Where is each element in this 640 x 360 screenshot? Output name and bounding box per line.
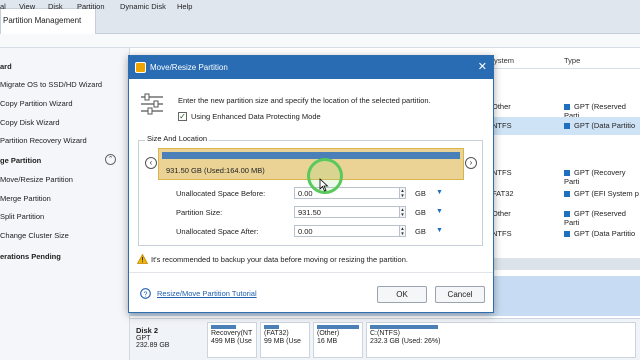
cancel-button[interactable]: Cancel — [435, 286, 485, 303]
before-unit: GB — [415, 189, 426, 198]
before-input[interactable] — [294, 187, 402, 199]
column-header-filesystem[interactable]: ystem — [494, 56, 514, 65]
after-unit: GB — [415, 227, 426, 236]
close-icon[interactable]: ✕ — [478, 60, 487, 73]
before-label: Unallocated Space Before: — [176, 189, 266, 198]
help-icon: ? — [140, 288, 151, 299]
sidebar-item-copy-disk[interactable]: Copy Disk Wizard — [0, 118, 60, 127]
partition-size-label: 931.50 GB (Used:164.00 MB) — [166, 166, 265, 175]
after-input[interactable] — [294, 225, 402, 237]
after-spinner[interactable]: ▲ ▼ — [399, 225, 406, 237]
gpt-square-icon — [564, 104, 570, 110]
footer-divider — [129, 272, 493, 273]
partition-used-bar — [162, 152, 460, 159]
sidebar-item-move-resize[interactable]: Move/Resize Partition — [0, 175, 73, 184]
dialog-titlebar[interactable]: Move/Resize Partition — [129, 56, 493, 79]
menu-disk[interactable]: Disk — [48, 2, 63, 11]
ok-button[interactable]: OK — [377, 286, 427, 303]
before-unit-dropdown-icon[interactable]: ▼ — [436, 189, 443, 196]
tab-title: Partition Management — [3, 16, 82, 25]
gpt-square-icon — [564, 211, 570, 217]
dialog-title: Move/Resize Partition — [150, 63, 228, 72]
menu-partition[interactable]: Partition — [77, 2, 105, 11]
size-spinner[interactable]: ▲ ▼ — [399, 206, 406, 218]
tab-partition-management[interactable]: Partition Management — [0, 8, 96, 34]
sidebar — [0, 48, 130, 360]
collapse-arrow-icon[interactable]: ⌃ — [105, 154, 116, 165]
gpt-square-icon — [564, 231, 570, 237]
nav-left-icon[interactable]: ‹ — [145, 157, 157, 169]
svg-text:?: ? — [144, 291, 148, 298]
gpt-square-icon — [564, 170, 570, 176]
disk-partition-recovery[interactable]: Recovery(NT 499 MB (Use — [207, 322, 257, 358]
group-label: Size And Location — [145, 134, 210, 143]
warning-text: It's recommended to backup your data bef… — [151, 255, 408, 264]
sidebar-heading-operations: erations Pending — [0, 252, 61, 261]
size-unit-dropdown-icon[interactable]: ▼ — [436, 208, 443, 215]
sidebar-item-copy-partition[interactable]: Copy Partition Wizard — [0, 99, 73, 108]
size-unit: GB — [415, 208, 426, 217]
checkbox-label: Using Enhanced Data Protecting Mode — [191, 112, 321, 121]
menu-dynamic-disk[interactable]: Dynamic Disk — [120, 2, 166, 11]
gpt-square-icon — [564, 191, 570, 197]
column-header-type[interactable]: Type — [564, 56, 580, 65]
sidebar-item-split[interactable]: Split Partition — [0, 212, 44, 221]
instruction-text: Enter the new partition size and specify… — [178, 96, 431, 105]
menu-view[interactable]: View — [19, 2, 35, 11]
mouse-pointer-icon — [319, 178, 329, 192]
menu-wizard[interactable]: al — [0, 2, 6, 11]
menu-help[interactable]: Help — [177, 2, 192, 11]
sidebar-item-partition-recovery[interactable]: Partition Recovery Wizard — [0, 136, 87, 145]
menu-bar — [0, 34, 640, 48]
disk-label[interactable]: Disk 2 GPT 232.89 GB — [136, 326, 196, 358]
sidebar-heading-wizard: ard — [0, 62, 12, 71]
size-label: Partition Size: — [176, 208, 223, 217]
sliders-icon — [141, 93, 163, 115]
size-input[interactable] — [294, 206, 402, 218]
protect-checkbox[interactable]: ✓ — [178, 112, 187, 121]
app-icon — [135, 62, 146, 73]
sidebar-heading-change-partition: ge Partition — [0, 156, 42, 165]
before-spinner[interactable]: ▲ ▼ — [399, 187, 406, 199]
disk-partition-other[interactable]: (Other) 16 MB — [313, 322, 363, 358]
warning-icon — [137, 254, 148, 264]
after-label: Unallocated Space After: — [176, 227, 259, 236]
nav-right-icon[interactable]: › — [465, 157, 477, 169]
sidebar-item-merge[interactable]: Merge Partition — [0, 194, 51, 203]
sidebar-item-migrate-os[interactable]: Migrate OS to SSD/HD Wizard — [0, 80, 102, 89]
disk-partition-c[interactable]: C:(NTFS) 232.3 GB (Used: 26%) — [366, 322, 636, 358]
after-unit-dropdown-icon[interactable]: ▼ — [436, 227, 443, 234]
gpt-square-icon — [564, 123, 570, 129]
disk-partition-fat32[interactable]: (FAT32) 99 MB (Use — [260, 322, 310, 358]
sidebar-item-cluster-size[interactable]: Change Cluster Size — [0, 231, 69, 240]
tutorial-link[interactable]: Resize/Move Partition Tutorial — [157, 289, 257, 298]
